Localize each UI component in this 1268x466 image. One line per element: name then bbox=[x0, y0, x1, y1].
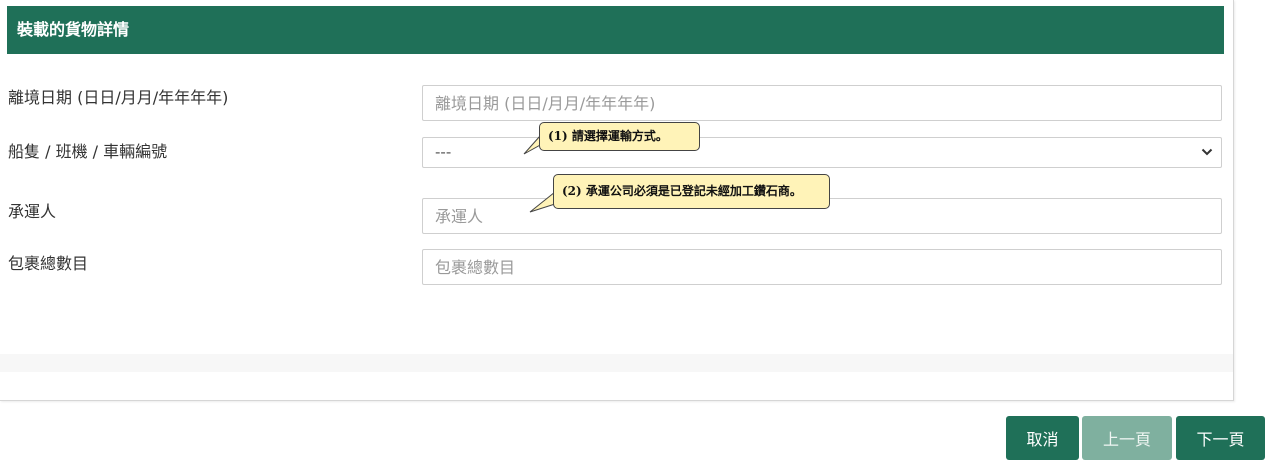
section-title: 裝載的貨物詳情 bbox=[17, 20, 130, 39]
card-footer-strip bbox=[0, 354, 1233, 372]
packages-label: 包裹總數目 bbox=[8, 254, 89, 273]
departure-date-input[interactable] bbox=[422, 85, 1222, 121]
packages-input[interactable] bbox=[422, 249, 1222, 285]
transport-callout: (1) 請選擇運輸方式。 bbox=[539, 122, 700, 151]
chevron-down-icon bbox=[1201, 148, 1213, 156]
previous-page-button[interactable]: 上一頁 bbox=[1082, 416, 1172, 460]
departure-date-label: 離境日期 (日日/月月/年年年年) bbox=[8, 88, 229, 107]
vessel-label: 船隻 / 班機 / 車輛編號 bbox=[8, 142, 168, 161]
transport-callout-text: (1) 請選擇運輸方式。 bbox=[548, 129, 668, 143]
vessel-select-value: --- bbox=[435, 143, 452, 161]
carrier-callout: (2) 承運公司必須是已登記未經加工鑽石商。 bbox=[553, 174, 830, 209]
cancel-button[interactable]: 取消 bbox=[1006, 416, 1079, 460]
section-header: 裝載的貨物詳情 bbox=[7, 6, 1224, 54]
carrier-callout-text: (2) 承運公司必須是已登記未經加工鑽石商。 bbox=[562, 184, 802, 198]
carrier-label: 承運人 bbox=[8, 202, 57, 221]
next-page-button[interactable]: 下一頁 bbox=[1176, 416, 1265, 460]
